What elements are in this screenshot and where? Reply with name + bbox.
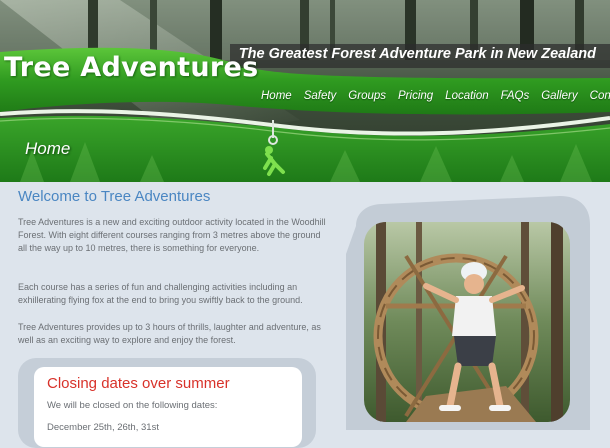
nav-item-groups[interactable]: Groups (342, 90, 392, 102)
nav-item-location[interactable]: Location (439, 90, 494, 102)
courses-paragraph: Each course has a series of fun and chal… (18, 282, 303, 306)
adventure-photo (346, 196, 590, 430)
nav-item-pricing[interactable]: Pricing (392, 90, 439, 102)
intro-paragraph: Tree Adventures is a new and exciting ou… (18, 217, 326, 254)
page-heading: Home (25, 139, 71, 158)
welcome-title: Welcome to Tree Adventures (18, 188, 211, 205)
closing-dates-list: December 25th, 26th, 31st (47, 422, 159, 433)
closing-dates-text: We will be closed on the following dates… (47, 400, 218, 411)
closing-dates-title: Closing dates over summer (47, 375, 230, 392)
zipline-rider-icon (263, 120, 285, 176)
nav-item-gallery[interactable]: Gallery (535, 90, 583, 102)
site-tagline: The Greatest Forest Adventure Park in Ne… (238, 46, 596, 62)
nav-item-contact[interactable]: Contact us (584, 90, 610, 102)
site-logo[interactable]: Tree Adventures (4, 52, 258, 83)
nav-item-faqs[interactable]: FAQs (495, 90, 536, 102)
main-navigation: Home Safety Groups Pricing Location FAQs… (255, 90, 610, 102)
thrills-paragraph: Tree Adventures provides up to 3 hours o… (18, 322, 321, 346)
nav-item-safety[interactable]: Safety (298, 90, 343, 102)
site-header: The Greatest Forest Adventure Park in Ne… (0, 0, 610, 182)
nav-item-home[interactable]: Home (255, 90, 298, 102)
